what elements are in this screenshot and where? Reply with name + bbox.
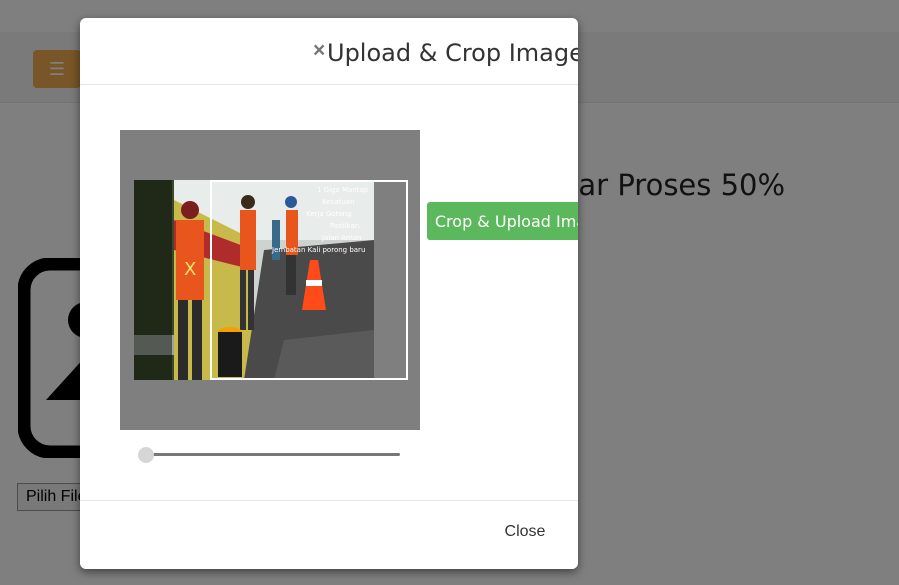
zoom-slider[interactable] xyxy=(138,446,402,464)
close-button[interactable]: Close xyxy=(490,523,560,547)
svg-text:X: X xyxy=(184,259,196,280)
close-icon[interactable]: × xyxy=(313,40,325,61)
crop-overlay-shade xyxy=(134,180,172,380)
upload-crop-modal: × Upload & Crop Image X 1 Giga Mantap Ke… xyxy=(80,18,578,569)
zoom-slider-thumb[interactable] xyxy=(138,447,154,463)
crop-area[interactable]: X 1 Giga Mantap Kesatuan Kerja Gotong Pa… xyxy=(120,130,420,430)
crop-upload-button[interactable]: Crop & Upload Image xyxy=(427,202,578,240)
modal-title: Upload & Crop Image xyxy=(327,39,578,67)
modal-header: × Upload & Crop Image xyxy=(80,18,578,85)
zoom-slider-track[interactable] xyxy=(146,453,400,456)
modal-footer: Close xyxy=(80,500,578,569)
crop-selection-box[interactable] xyxy=(210,180,408,380)
